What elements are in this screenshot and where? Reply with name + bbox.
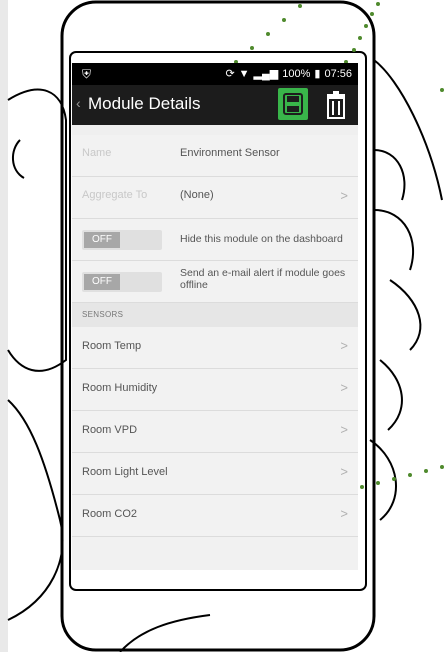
chevron-right-icon: > — [340, 506, 348, 521]
sensor-item-room-temp[interactable]: Room Temp > — [72, 327, 358, 369]
signal-icon: ▂▄▆ — [253, 68, 279, 80]
sensor-name: Room CO2 — [82, 508, 138, 520]
hide-module-toggle[interactable]: OFF — [82, 230, 162, 250]
wifi-icon: ▼ — [238, 67, 250, 80]
usb-icon: ⛨ — [82, 67, 92, 81]
phone-screen: ⛨ ⟳ ▼ ▂▄▆ 100% ▮ 07:56 ‹ Module Details — [72, 63, 358, 570]
name-row[interactable]: Name Environment Sensor — [72, 135, 358, 177]
toggle-knob: OFF — [84, 232, 120, 248]
hide-module-row: OFF Hide this module on the dashboard — [72, 219, 358, 261]
chevron-left-icon[interactable]: ‹ — [76, 95, 81, 111]
clock: 07:56 — [324, 67, 352, 80]
sensor-name: Room Light Level — [82, 466, 168, 478]
sensor-item-room-vpd[interactable]: Room VPD > — [72, 411, 358, 453]
sensors-section-header: SENSORS — [72, 303, 358, 327]
toggle-knob: OFF — [84, 274, 120, 290]
app-stage: ⛨ ⟳ ▼ ▂▄▆ 100% ▮ 07:56 ‹ Module Details — [0, 0, 446, 652]
sensor-item-room-co2[interactable]: Room CO2 > — [72, 495, 358, 537]
details-list: Name Environment Sensor Aggregate To (No… — [72, 125, 358, 537]
page-title: Module Details — [88, 94, 201, 113]
email-alert-toggle[interactable]: OFF — [82, 272, 162, 292]
save-icon-graphic — [283, 93, 303, 115]
name-label: Name — [82, 147, 112, 159]
sensor-name: Room Humidity — [82, 382, 158, 394]
sensor-item-room-light-level[interactable]: Room Light Level > — [72, 453, 358, 495]
trash-icon[interactable] — [324, 90, 348, 120]
hide-module-text: Hide this module on the dashboard — [180, 233, 343, 245]
sensor-item-room-humidity[interactable]: Room Humidity > — [72, 369, 358, 411]
battery-icon: ▮ — [314, 68, 321, 80]
chevron-right-icon: > — [340, 464, 348, 479]
battery-percent: 100% — [282, 67, 311, 80]
aggregate-row[interactable]: Aggregate To (None) > — [72, 177, 358, 219]
sync-icon: ⟳ — [225, 68, 235, 80]
chevron-right-icon: > — [340, 338, 348, 353]
chevron-right-icon: > — [340, 188, 348, 203]
aggregate-value: (None) — [180, 189, 214, 201]
section-title: SENSORS — [82, 310, 124, 319]
trash-icon-graphic — [327, 91, 345, 119]
name-value: Environment Sensor — [180, 147, 280, 159]
aggregate-label: Aggregate To — [82, 189, 148, 201]
app-bar: ‹ Module Details — [72, 85, 358, 125]
cut-off-row — [72, 125, 358, 135]
status-bar: ⛨ ⟳ ▼ ▂▄▆ 100% ▮ 07:56 — [72, 63, 358, 85]
sensor-name: Room Temp — [82, 340, 142, 352]
sensor-name: Room VPD — [82, 424, 138, 436]
status-right: ⟳ ▼ ▂▄▆ 100% ▮ 07:56 — [225, 67, 352, 81]
save-icon[interactable] — [278, 88, 308, 120]
chevron-right-icon: > — [340, 422, 348, 437]
email-alert-row: OFF Send an e-mail alert if module goes … — [72, 261, 358, 303]
email-alert-text: Send an e-mail alert if module goes offl… — [180, 267, 346, 291]
chevron-right-icon: > — [340, 380, 348, 395]
